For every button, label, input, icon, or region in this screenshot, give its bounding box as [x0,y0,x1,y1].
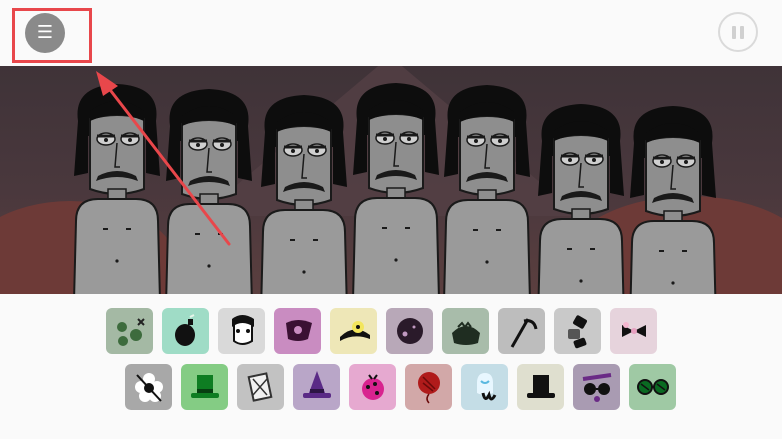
witch-hat-sound-tile[interactable] [293,364,340,410]
green-cap-icon [451,321,480,345]
beat-dots-icon [116,318,145,346]
scythe-sound-tile[interactable] [498,308,545,354]
sunglasses-sound-tile[interactable] [573,364,620,410]
pause-button[interactable] [718,12,758,52]
bow-sound-tile[interactable] [610,308,657,354]
blocks-icon [567,315,587,349]
face-icon [231,315,254,345]
bow-icon [621,322,646,337]
character-3[interactable] [255,92,353,294]
dark-ball-icon [396,318,423,344]
sunglasses-icon [582,373,611,402]
red-balloon-icon [417,372,440,404]
sound-palette [0,294,782,439]
character-5[interactable] [438,82,536,294]
beat-dots-sound-tile[interactable] [106,308,153,354]
flower-sound-tile[interactable] [125,364,172,410]
flower-icon [134,373,163,402]
blocks-sound-tile[interactable] [554,308,601,354]
ghost-icon [476,373,496,401]
pause-icon-bar [740,25,744,39]
black-tophat-sound-tile[interactable] [517,364,564,410]
dark-ball-sound-tile[interactable] [386,308,433,354]
green-tophat-sound-tile[interactable] [181,364,228,410]
yellow-cap-icon [339,321,370,341]
character-1[interactable] [68,81,166,294]
character-4[interactable] [347,80,445,294]
character-2[interactable] [160,86,258,294]
red-balloon-sound-tile[interactable] [405,364,452,410]
pause-icon [732,25,736,39]
green-tophat-icon [190,375,219,398]
highlight-box [12,8,92,63]
green-cap-sound-tile[interactable] [442,308,489,354]
game-screen: ☰ [0,0,782,439]
pink-bug-sound-tile[interactable] [349,364,396,410]
green-glasses-icon [636,379,669,395]
yellow-cap-sound-tile[interactable] [330,308,377,354]
skull-cap-sound-tile[interactable] [274,308,321,354]
bomb-icon [174,314,195,346]
face-sound-tile[interactable] [218,308,265,354]
card-icon [247,372,272,402]
character-6[interactable] [532,101,630,294]
witch-hat-icon [302,371,331,398]
top-bar: ☰ [0,0,782,66]
character-7[interactable] [624,103,722,294]
scythe-icon [510,318,537,348]
palette-row-1 [106,308,657,354]
ghost-sound-tile[interactable] [461,364,508,410]
bomb-sound-tile[interactable] [162,308,209,354]
stage [0,66,782,294]
green-glasses-sound-tile[interactable] [629,364,676,410]
card-sound-tile[interactable] [237,364,284,410]
black-tophat-icon [526,375,555,398]
pink-bug-icon [361,374,384,400]
skull-cap-icon [285,320,312,341]
palette-row-2 [125,364,676,410]
